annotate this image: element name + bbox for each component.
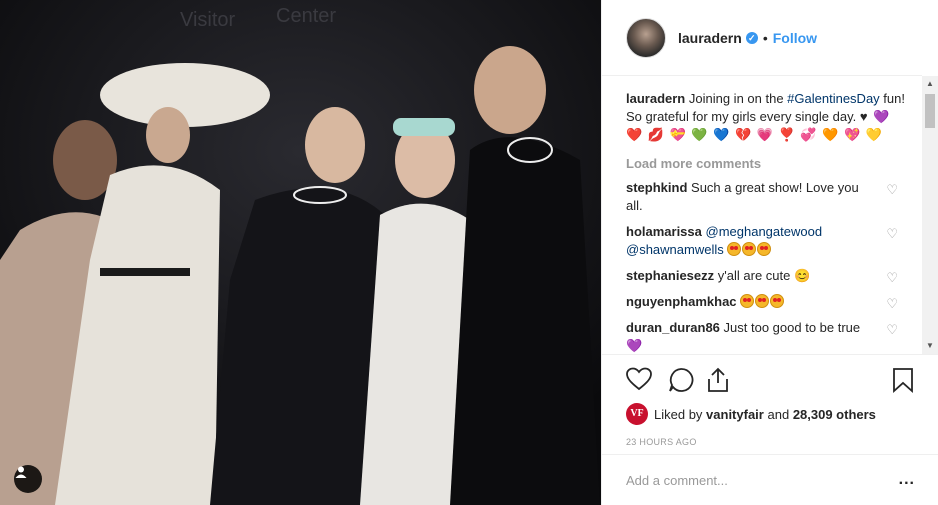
comment-username[interactable]: stephkind (626, 180, 687, 195)
likes-conj: and (767, 406, 790, 422)
heart-eyes-emoji-icon (755, 294, 770, 308)
liker-username[interactable]: vanityfair (706, 407, 764, 422)
sign-visitor: Visitor (180, 9, 236, 31)
more-options-button[interactable]: ... (899, 471, 915, 489)
comment-username[interactable]: stephaniesezz (626, 268, 714, 283)
header-username[interactable]: lauradern (678, 30, 742, 46)
bookmark-save-icon[interactable] (892, 367, 914, 393)
post-timestamp[interactable]: 23 HOURS AGO (626, 437, 915, 447)
comment-item: nguyenphamkhac ♡ (626, 293, 898, 311)
like-comment-heart-icon[interactable]: ♡ (886, 269, 898, 287)
post-photo[interactable]: Visitor Center (0, 0, 601, 505)
add-comment-input[interactable] (626, 472, 866, 488)
post-header: lauradern ✓ • Follow (602, 0, 922, 76)
caption-text: Joining in on the (688, 91, 788, 106)
separator-dot: • (762, 29, 768, 46)
heart-eyes-emoji-icon (740, 294, 755, 308)
scroll-down-arrow-icon[interactable]: ▼ (922, 338, 938, 354)
sign-center: Center (276, 5, 336, 27)
person-icon (15, 466, 27, 478)
likes-count[interactable]: 28,309 others (793, 407, 876, 422)
photo-image: Visitor Center (0, 0, 601, 505)
add-comment-bar: ... (602, 454, 938, 505)
like-heart-icon[interactable] (626, 367, 652, 391)
action-icons-row (626, 363, 915, 393)
hashtag-link[interactable]: #GalentinesDay (787, 91, 880, 106)
comment-text: y'all are cute 😊 (717, 268, 811, 283)
follow-button[interactable]: Follow (773, 30, 817, 46)
heart-eyes-emoji-icon (742, 242, 757, 256)
like-comment-heart-icon[interactable]: ♡ (886, 225, 898, 243)
avatar[interactable] (626, 17, 666, 58)
comment-bubble-icon[interactable] (668, 367, 694, 393)
heart-eyes-emoji-icon (727, 242, 742, 256)
comments-list[interactable]: lauradern Joining in on the #GalentinesD… (602, 76, 922, 354)
verified-badge-icon: ✓ (745, 31, 758, 44)
comment-item: stephaniesezz y'all are cute 😊 ♡ (626, 267, 898, 285)
scroll-up-arrow-icon[interactable]: ▲ (922, 76, 938, 92)
comment-item: duran_duran86 Just too good to be true 💜… (626, 319, 898, 354)
comment-username[interactable]: nguyenphamkhac (626, 294, 737, 309)
post-actions: VF Liked by vanityfair and 28,309 others… (602, 354, 938, 447)
post-caption: lauradern Joining in on the #GalentinesD… (626, 90, 910, 144)
comment-username[interactable]: holamarissa (626, 224, 702, 239)
tagged-user-icon[interactable] (14, 465, 42, 493)
load-more-comments-button[interactable]: Load more comments (626, 156, 922, 171)
likes-prefix: Liked by (654, 406, 703, 422)
comment-item: stephkind Such a great show! Love you al… (626, 179, 898, 215)
post-details-panel: lauradern ✓ • Follow lauradern Joining i… (601, 0, 938, 505)
likes-summary: VF Liked by vanityfair and 28,309 others (626, 403, 915, 425)
like-comment-heart-icon[interactable]: ♡ (886, 181, 898, 199)
liker-avatar[interactable]: VF (626, 403, 648, 425)
like-comment-heart-icon[interactable]: ♡ (886, 295, 898, 313)
caption-username[interactable]: lauradern (626, 91, 685, 106)
comment-item: holamarissa @meghangatewood @shawnamwell… (626, 223, 898, 259)
scrollbar-thumb[interactable] (925, 94, 935, 128)
comment-username[interactable]: duran_duran86 (626, 320, 720, 335)
comments-scrollbar[interactable]: ▲ ▼ (922, 76, 938, 354)
like-comment-heart-icon[interactable]: ♡ (886, 321, 898, 339)
share-icon[interactable] (706, 367, 730, 393)
heart-eyes-emoji-icon (757, 242, 772, 256)
heart-eyes-emoji-icon (770, 294, 785, 308)
